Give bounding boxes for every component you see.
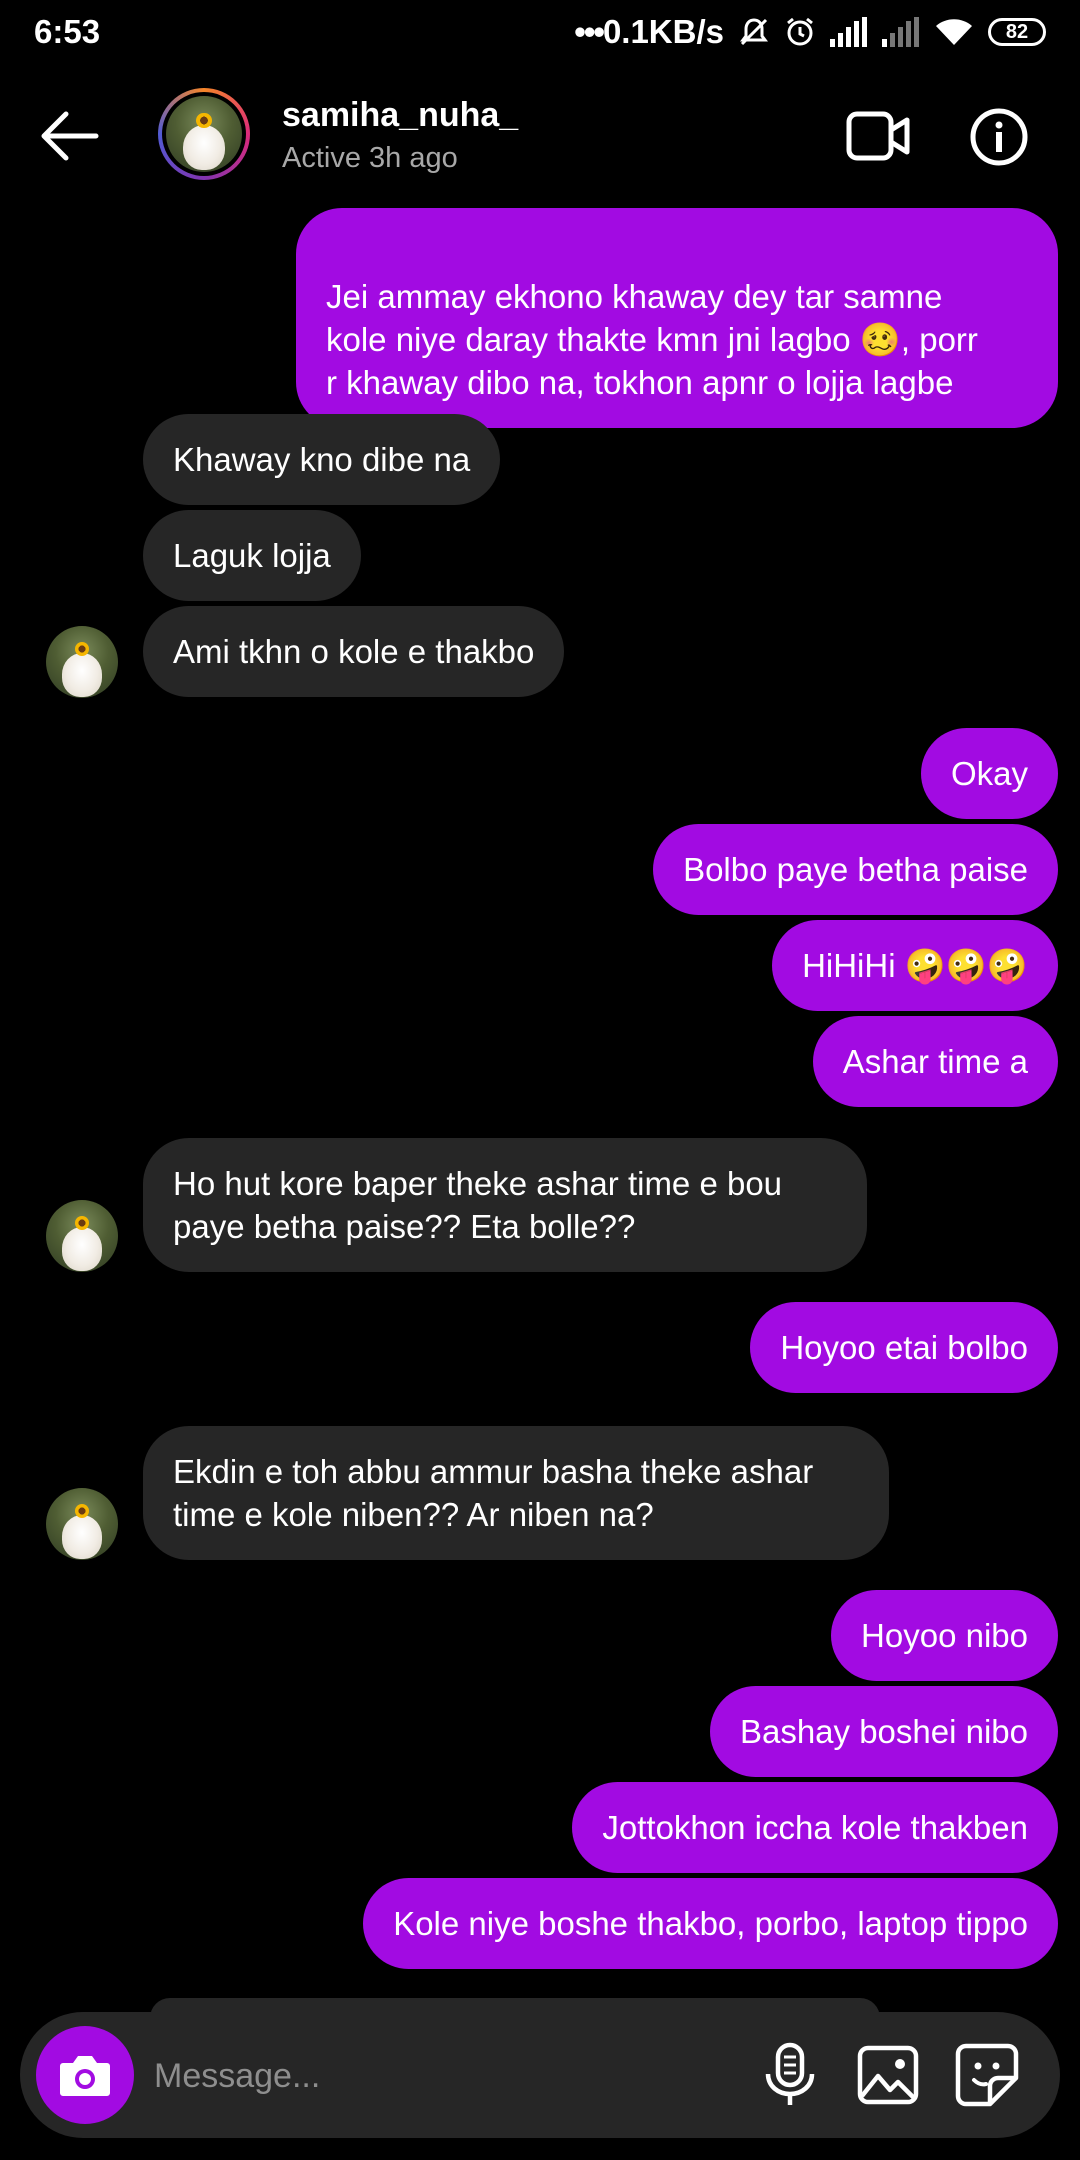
gallery-icon [857, 2045, 919, 2105]
message-bubble-sent[interactable]: Jottokhon iccha kole thakben [572, 1782, 1058, 1873]
message-bubble-sent[interactable]: Bolbo paye betha paise [653, 824, 1058, 915]
message-bubble-received[interactable]: Khaway kno dibe na [143, 414, 501, 505]
sender-avatar[interactable] [46, 1200, 118, 1272]
message-bubble-sent[interactable]: Okay [920, 728, 1058, 819]
message-bubble-received[interactable]: Ekdin e toh abbu ammur basha theke ashar… [143, 1426, 889, 1560]
camera-button[interactable] [36, 2026, 134, 2124]
voice-message-button[interactable] [758, 2042, 822, 2108]
message-input[interactable] [152, 2042, 736, 2110]
microphone-icon [765, 2042, 815, 2105]
message-bubble-sent[interactable]: Hoyoo etai bolbo [750, 1302, 1058, 1393]
message-list: Jei ammay ekhono khaway dey tar samne ko… [0, 0, 1080, 2160]
message-bubble-sent[interactable]: Hoyoo nibo [831, 1590, 1058, 1681]
sticker-icon [955, 2043, 1019, 2107]
gallery-button[interactable] [856, 2044, 920, 2106]
sticker-button[interactable] [954, 2042, 1020, 2108]
sender-avatar[interactable] [46, 626, 118, 698]
camera-icon [60, 2056, 110, 2096]
message-bubble-received[interactable]: Ho hut kore baper theke ashar time e bou… [143, 1138, 867, 1272]
message-composer [20, 2012, 1060, 2138]
message-bubble-received[interactable]: Laguk lojja [143, 510, 361, 601]
message-bubble-sent[interactable]: Ashar time a [812, 1016, 1058, 1107]
message-bubble-sent[interactable]: Kole niye boshe thakbo, porbo, laptop ti… [363, 1878, 1058, 1969]
message-bubble-sent[interactable]: Jei ammay ekhono khaway dey tar samne ko… [296, 208, 1058, 428]
sender-avatar[interactable] [46, 1488, 118, 1560]
message-bubble-sent[interactable]: Bashay boshei nibo [709, 1686, 1058, 1777]
message-bubble-sent[interactable]: HiHiHi 🤪🤪🤪 [772, 920, 1058, 1011]
message-bubble-received[interactable]: Ami tkhn o kole e thakbo [143, 606, 565, 697]
chat-screen: 6:53 •••0.1KB/s 82 samiha_nuha_ Active 3… [0, 0, 1080, 2160]
